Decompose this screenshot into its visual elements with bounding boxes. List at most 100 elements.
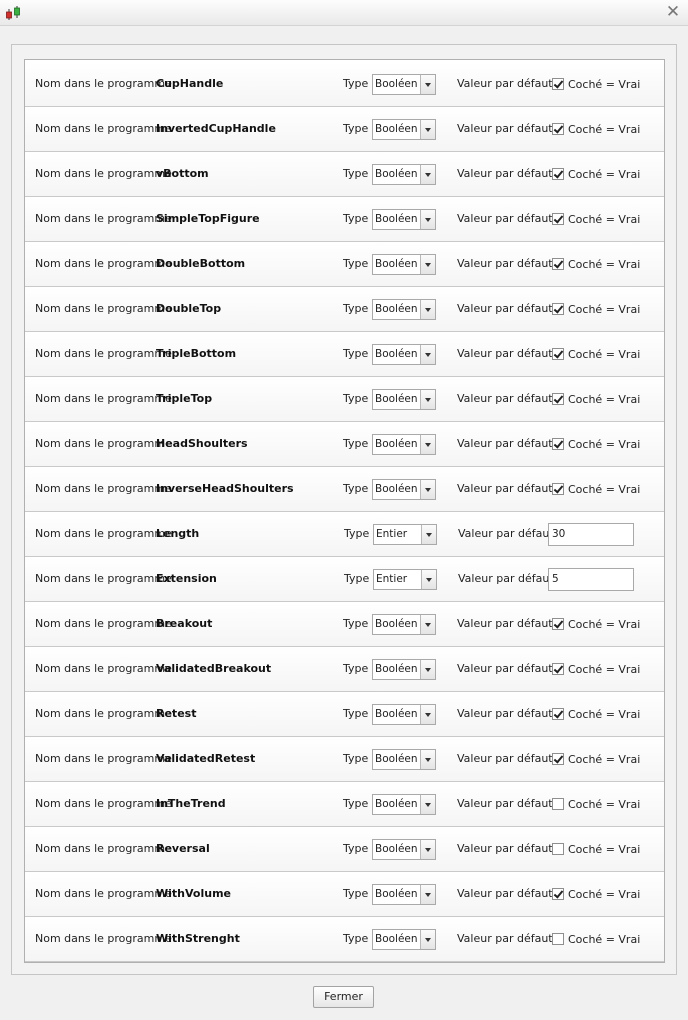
- type-select-value: Booléen: [375, 78, 418, 90]
- type-select[interactable]: Booléen: [372, 254, 436, 275]
- close-button[interactable]: Fermer: [313, 986, 374, 1008]
- default-value-checkbox[interactable]: [552, 123, 564, 135]
- default-value-input[interactable]: 5: [548, 568, 634, 591]
- chevron-down-icon[interactable]: [420, 210, 435, 229]
- type-select[interactable]: Booléen: [372, 749, 436, 770]
- variables-panel: Nom dans le programme CupHandle Type Boolée…: [11, 44, 677, 975]
- type-label: Type: [343, 617, 369, 630]
- type-select[interactable]: Booléen: [372, 659, 436, 680]
- default-value-checkbox[interactable]: [552, 753, 564, 765]
- default-value-label: Valeur par défaut: [457, 212, 553, 225]
- variable-name: InverseHeadShoulters: [156, 482, 294, 495]
- default-value-label: Valeur par défaut: [457, 392, 553, 405]
- type-select[interactable]: Booléen: [372, 299, 436, 320]
- chevron-down-icon[interactable]: [420, 165, 435, 184]
- default-value-input[interactable]: 30: [548, 523, 634, 546]
- type-select[interactable]: Booléen: [372, 614, 436, 635]
- checkbox-label: Coché = Vrai: [568, 438, 641, 451]
- variable-name: Retest: [156, 707, 197, 720]
- window-close-icon[interactable]: ✕: [664, 3, 682, 21]
- chevron-down-icon[interactable]: [420, 660, 435, 679]
- variable-name: vBottom: [156, 167, 209, 180]
- variable-name: WithVolume: [156, 887, 231, 900]
- type-select[interactable]: Booléen: [372, 704, 436, 725]
- variable-name: ValidatedRetest: [156, 752, 256, 765]
- chevron-down-icon[interactable]: [420, 705, 435, 724]
- name-prefix-label: Nom dans le programme: [35, 932, 172, 945]
- default-value-checkbox[interactable]: [552, 843, 564, 855]
- type-select[interactable]: Booléen: [372, 74, 436, 95]
- default-value-checkbox[interactable]: [552, 483, 564, 495]
- name-prefix-label: Nom dans le programme: [35, 617, 172, 630]
- chevron-down-icon[interactable]: [420, 75, 435, 94]
- type-select[interactable]: Booléen: [372, 164, 436, 185]
- default-value-label: Valeur par défaut: [457, 482, 553, 495]
- variable-row: Nom dans le programme SimpleTopFigure Type…: [25, 197, 664, 242]
- type-label: Type: [343, 302, 369, 315]
- default-value-checkbox[interactable]: [552, 258, 564, 270]
- type-select[interactable]: Booléen: [372, 794, 436, 815]
- type-select[interactable]: Booléen: [372, 344, 436, 365]
- default-value-label: Valeur par défaut: [457, 887, 553, 900]
- default-value-checkbox[interactable]: [552, 303, 564, 315]
- name-prefix-label: Nom dans le programme: [35, 527, 172, 540]
- checkbox-label: Coché = Vrai: [568, 168, 641, 181]
- default-value-checkbox[interactable]: [552, 168, 564, 180]
- type-select[interactable]: Booléen: [372, 209, 436, 230]
- default-value-checkbox[interactable]: [552, 78, 564, 90]
- chevron-down-icon[interactable]: [420, 840, 435, 859]
- type-label: Type: [343, 392, 369, 405]
- checkbox-label: Coché = Vrai: [568, 708, 641, 721]
- name-prefix-label: Nom dans le programme: [35, 842, 172, 855]
- type-select-value: Booléen: [375, 798, 418, 810]
- variable-row: Nom dans le programme InvertedCupHandle Ty…: [25, 107, 664, 152]
- default-value-label: Valeur par défaut: [458, 527, 554, 540]
- chevron-down-icon[interactable]: [420, 255, 435, 274]
- default-value-checkbox[interactable]: [552, 393, 564, 405]
- type-label: Type: [343, 752, 369, 765]
- chevron-down-icon[interactable]: [420, 885, 435, 904]
- chevron-down-icon[interactable]: [420, 480, 435, 499]
- checkbox-label: Coché = Vrai: [568, 753, 641, 766]
- default-value-checkbox[interactable]: [552, 708, 564, 720]
- chevron-down-icon[interactable]: [420, 435, 435, 454]
- default-value-label: Valeur par défaut: [457, 752, 553, 765]
- chevron-down-icon[interactable]: [420, 930, 435, 949]
- default-value-checkbox[interactable]: [552, 933, 564, 945]
- default-value-label: Valeur par défaut: [457, 302, 553, 315]
- chevron-down-icon[interactable]: [420, 795, 435, 814]
- default-value-label: Valeur par défaut: [457, 797, 553, 810]
- type-select[interactable]: Entier: [373, 569, 437, 590]
- chevron-down-icon[interactable]: [420, 615, 435, 634]
- type-select[interactable]: Booléen: [372, 479, 436, 500]
- chevron-down-icon[interactable]: [420, 750, 435, 769]
- variable-row: Nom dans le programme WithVolume Type Boolé…: [25, 872, 664, 917]
- default-value-label: Valeur par défaut: [457, 932, 553, 945]
- chevron-down-icon[interactable]: [420, 300, 435, 319]
- default-value-checkbox[interactable]: [552, 438, 564, 450]
- type-select-value: Booléen: [375, 168, 418, 180]
- chevron-down-icon[interactable]: [420, 345, 435, 364]
- type-select[interactable]: Booléen: [372, 929, 436, 950]
- default-value-checkbox[interactable]: [552, 888, 564, 900]
- variables-list[interactable]: Nom dans le programme CupHandle Type Boolée…: [24, 59, 665, 963]
- default-value-checkbox[interactable]: [552, 618, 564, 630]
- type-select[interactable]: Booléen: [372, 839, 436, 860]
- default-value-checkbox[interactable]: [552, 798, 564, 810]
- type-select-value: Entier: [376, 528, 408, 540]
- default-value-checkbox[interactable]: [552, 348, 564, 360]
- variable-row: Nom dans le programme ValidatedRetest Type…: [25, 737, 664, 782]
- type-select[interactable]: Booléen: [372, 389, 436, 410]
- type-select[interactable]: Booléen: [372, 434, 436, 455]
- chevron-down-icon[interactable]: [421, 570, 436, 589]
- variable-row: Nom dans le programme TripleBottom Type Boo…: [25, 332, 664, 377]
- type-select[interactable]: Booléen: [372, 119, 436, 140]
- default-value-label: Valeur par défaut: [457, 707, 553, 720]
- default-value-checkbox[interactable]: [552, 213, 564, 225]
- type-select[interactable]: Booléen: [372, 884, 436, 905]
- chevron-down-icon[interactable]: [420, 390, 435, 409]
- default-value-checkbox[interactable]: [552, 663, 564, 675]
- type-select[interactable]: Entier: [373, 524, 437, 545]
- chevron-down-icon[interactable]: [420, 120, 435, 139]
- chevron-down-icon[interactable]: [421, 525, 436, 544]
